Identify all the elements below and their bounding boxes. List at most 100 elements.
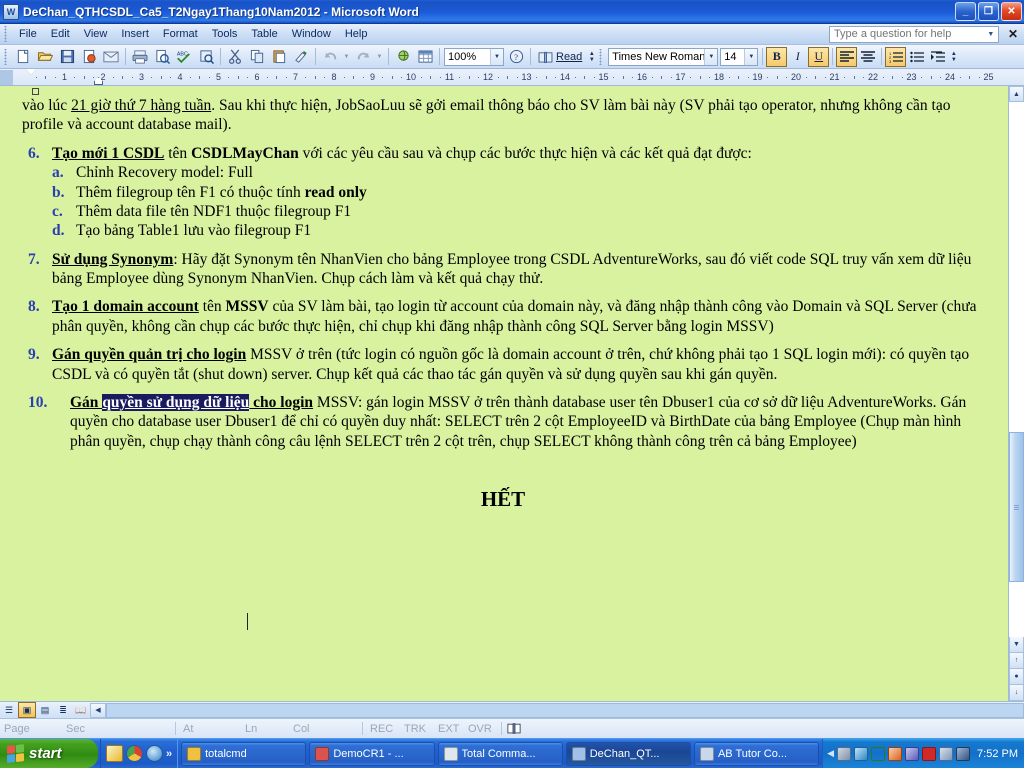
- menu-edit[interactable]: Edit: [44, 26, 77, 42]
- record-macro-indicator[interactable]: REC: [366, 723, 400, 735]
- tray-sync-icon[interactable]: [905, 746, 920, 761]
- menu-tools[interactable]: Tools: [205, 26, 245, 42]
- copy-icon[interactable]: [246, 46, 268, 67]
- document-body-text[interactable]: vào lúc 21 giờ thứ 7 hàng tuần. Sau khi …: [22, 96, 984, 451]
- font-name-combo[interactable]: Times New Roman ▼: [608, 47, 719, 66]
- font-size-combo[interactable]: 14 ▼: [720, 47, 759, 66]
- menu-view[interactable]: View: [77, 26, 115, 42]
- taskbar-item-total-commander[interactable]: Total Comma...: [437, 741, 563, 766]
- undo-icon[interactable]: [319, 46, 341, 67]
- tray-updates-icon[interactable]: [871, 746, 886, 761]
- increase-indent-button[interactable]: [927, 47, 948, 67]
- numbered-list-button[interactable]: 123: [885, 46, 907, 67]
- quicklaunch-internet-explorer-icon[interactable]: [146, 745, 163, 762]
- outline-view-button[interactable]: ≣: [54, 702, 72, 718]
- taskbar-item-totalcmd[interactable]: totalcmd: [181, 741, 307, 766]
- italic-button[interactable]: I: [787, 47, 808, 67]
- bulleted-list-button[interactable]: [906, 47, 927, 67]
- taskbar-item-dechan-word[interactable]: DeChan_QT...: [565, 741, 691, 766]
- chevron-down-icon[interactable]: ▼: [490, 48, 503, 65]
- close-button[interactable]: ✕: [1001, 2, 1022, 21]
- close-document-button[interactable]: ✕: [1002, 27, 1024, 41]
- underline-button[interactable]: U: [808, 46, 830, 67]
- document-page[interactable]: vào lúc 21 giờ thứ 7 hàng tuần. Sau khi …: [0, 86, 1008, 701]
- scroll-up-button[interactable]: ▲: [1009, 86, 1024, 102]
- insert-hyperlink-icon[interactable]: [392, 46, 414, 67]
- chevron-down-icon[interactable]: ▼: [744, 48, 758, 65]
- spelling-grammar-icon[interactable]: ABC: [173, 46, 195, 67]
- vertical-scroll-track[interactable]: [1009, 102, 1024, 637]
- horizontal-ruler[interactable]: 1 2 3 4 5 6 7 8 9 10 11 12 13 14 15 16 17 18 19 20 21 22 23 24 2…: [0, 69, 1024, 86]
- spelling-status-icon[interactable]: [505, 722, 523, 735]
- web-layout-view-button[interactable]: ▣: [18, 702, 36, 718]
- menu-help[interactable]: Help: [338, 26, 375, 42]
- save-icon[interactable]: [56, 46, 78, 67]
- help-question-icon[interactable]: ?: [505, 46, 527, 67]
- research-icon[interactable]: [195, 46, 217, 67]
- extend-selection-indicator[interactable]: EXT: [434, 723, 464, 735]
- formatting-toolbar-grip[interactable]: [597, 48, 605, 65]
- print-layout-view-button[interactable]: ▤: [36, 702, 54, 718]
- tray-volume-icon[interactable]: [939, 746, 954, 761]
- scroll-down-button[interactable]: ▼: [1009, 637, 1024, 653]
- vertical-scrollbar[interactable]: ▲ ▼ ↑ ● ↓: [1008, 86, 1024, 701]
- track-changes-indicator[interactable]: TRK: [400, 723, 434, 735]
- menu-insert[interactable]: Insert: [114, 26, 156, 42]
- insert-table-icon[interactable]: [414, 46, 436, 67]
- restore-button[interactable]: ❐: [978, 2, 999, 21]
- select-browse-object-button[interactable]: ●: [1009, 669, 1024, 685]
- minimize-button[interactable]: _: [955, 2, 976, 21]
- taskbar-item-democr1[interactable]: DemoCR1 - ...: [309, 741, 435, 766]
- quicklaunch-chrome-icon[interactable]: [126, 745, 143, 762]
- align-center-button[interactable]: [857, 47, 878, 67]
- tray-tool-icon[interactable]: [888, 746, 903, 761]
- chevron-down-icon[interactable]: ▼: [986, 31, 996, 38]
- quicklaunch-overflow-icon[interactable]: »: [166, 748, 172, 760]
- tray-expand-icon[interactable]: ◀: [827, 748, 834, 759]
- mail-recipient-icon[interactable]: [100, 46, 122, 67]
- menu-format[interactable]: Format: [156, 26, 205, 42]
- overtype-indicator[interactable]: OVR: [464, 723, 498, 735]
- tray-unikey-icon[interactable]: [922, 746, 937, 761]
- reading-layout-view-button[interactable]: 📖: [72, 702, 90, 718]
- open-icon[interactable]: [34, 46, 56, 67]
- standard-toolbar-grip[interactable]: [2, 48, 9, 65]
- quicklaunch-notepad-icon[interactable]: [106, 745, 123, 762]
- print-preview-icon[interactable]: [151, 46, 173, 67]
- menu-table[interactable]: Table: [244, 26, 284, 42]
- align-left-button[interactable]: [836, 46, 858, 67]
- format-painter-icon[interactable]: [290, 46, 312, 67]
- menu-window[interactable]: Window: [285, 26, 338, 42]
- ask-a-question-box[interactable]: ▼: [828, 25, 999, 43]
- chevron-down-icon[interactable]: ▼: [704, 48, 718, 65]
- horizontal-scroll-track[interactable]: [106, 702, 1024, 718]
- start-button[interactable]: start: [0, 739, 98, 768]
- bold-button[interactable]: B: [766, 46, 788, 67]
- zoom-combo[interactable]: 100% ▼: [444, 47, 504, 66]
- redo-icon[interactable]: [352, 46, 374, 67]
- vertical-scroll-thumb[interactable]: [1009, 432, 1024, 582]
- new-blank-document-icon[interactable]: [12, 46, 34, 67]
- next-page-button[interactable]: ↓: [1009, 685, 1024, 701]
- taskbar-item-ab-tutor[interactable]: AB Tutor Co...: [693, 741, 820, 766]
- read-button[interactable]: Read: [534, 51, 586, 63]
- undo-dropdown-icon[interactable]: ▼: [341, 54, 352, 60]
- tray-network-icon[interactable]: [837, 746, 852, 761]
- ask-a-question-input[interactable]: [833, 28, 986, 40]
- cut-icon[interactable]: [224, 46, 246, 67]
- formatting-toolbar-overflow-icon[interactable]: ▲ ▼: [948, 51, 959, 63]
- standard-toolbar-overflow-icon[interactable]: ▲ ▼: [586, 51, 597, 63]
- scroll-left-button[interactable]: ◀: [90, 702, 106, 718]
- first-line-indent-marker[interactable]: [26, 69, 36, 75]
- previous-page-button[interactable]: ↑: [1009, 653, 1024, 669]
- redo-dropdown-icon[interactable]: ▼: [374, 54, 385, 60]
- normal-view-button[interactable]: ☰: [0, 702, 18, 718]
- print-icon[interactable]: [129, 46, 151, 67]
- taskbar-clock[interactable]: 7:52 PM: [977, 748, 1018, 760]
- permission-icon[interactable]: [78, 46, 100, 67]
- menu-bar-grip[interactable]: [2, 26, 9, 42]
- menu-file[interactable]: File: [12, 26, 44, 42]
- paste-icon[interactable]: [268, 46, 290, 67]
- tray-display-icon[interactable]: [956, 746, 971, 761]
- tray-antivirus-icon[interactable]: [854, 746, 869, 761]
